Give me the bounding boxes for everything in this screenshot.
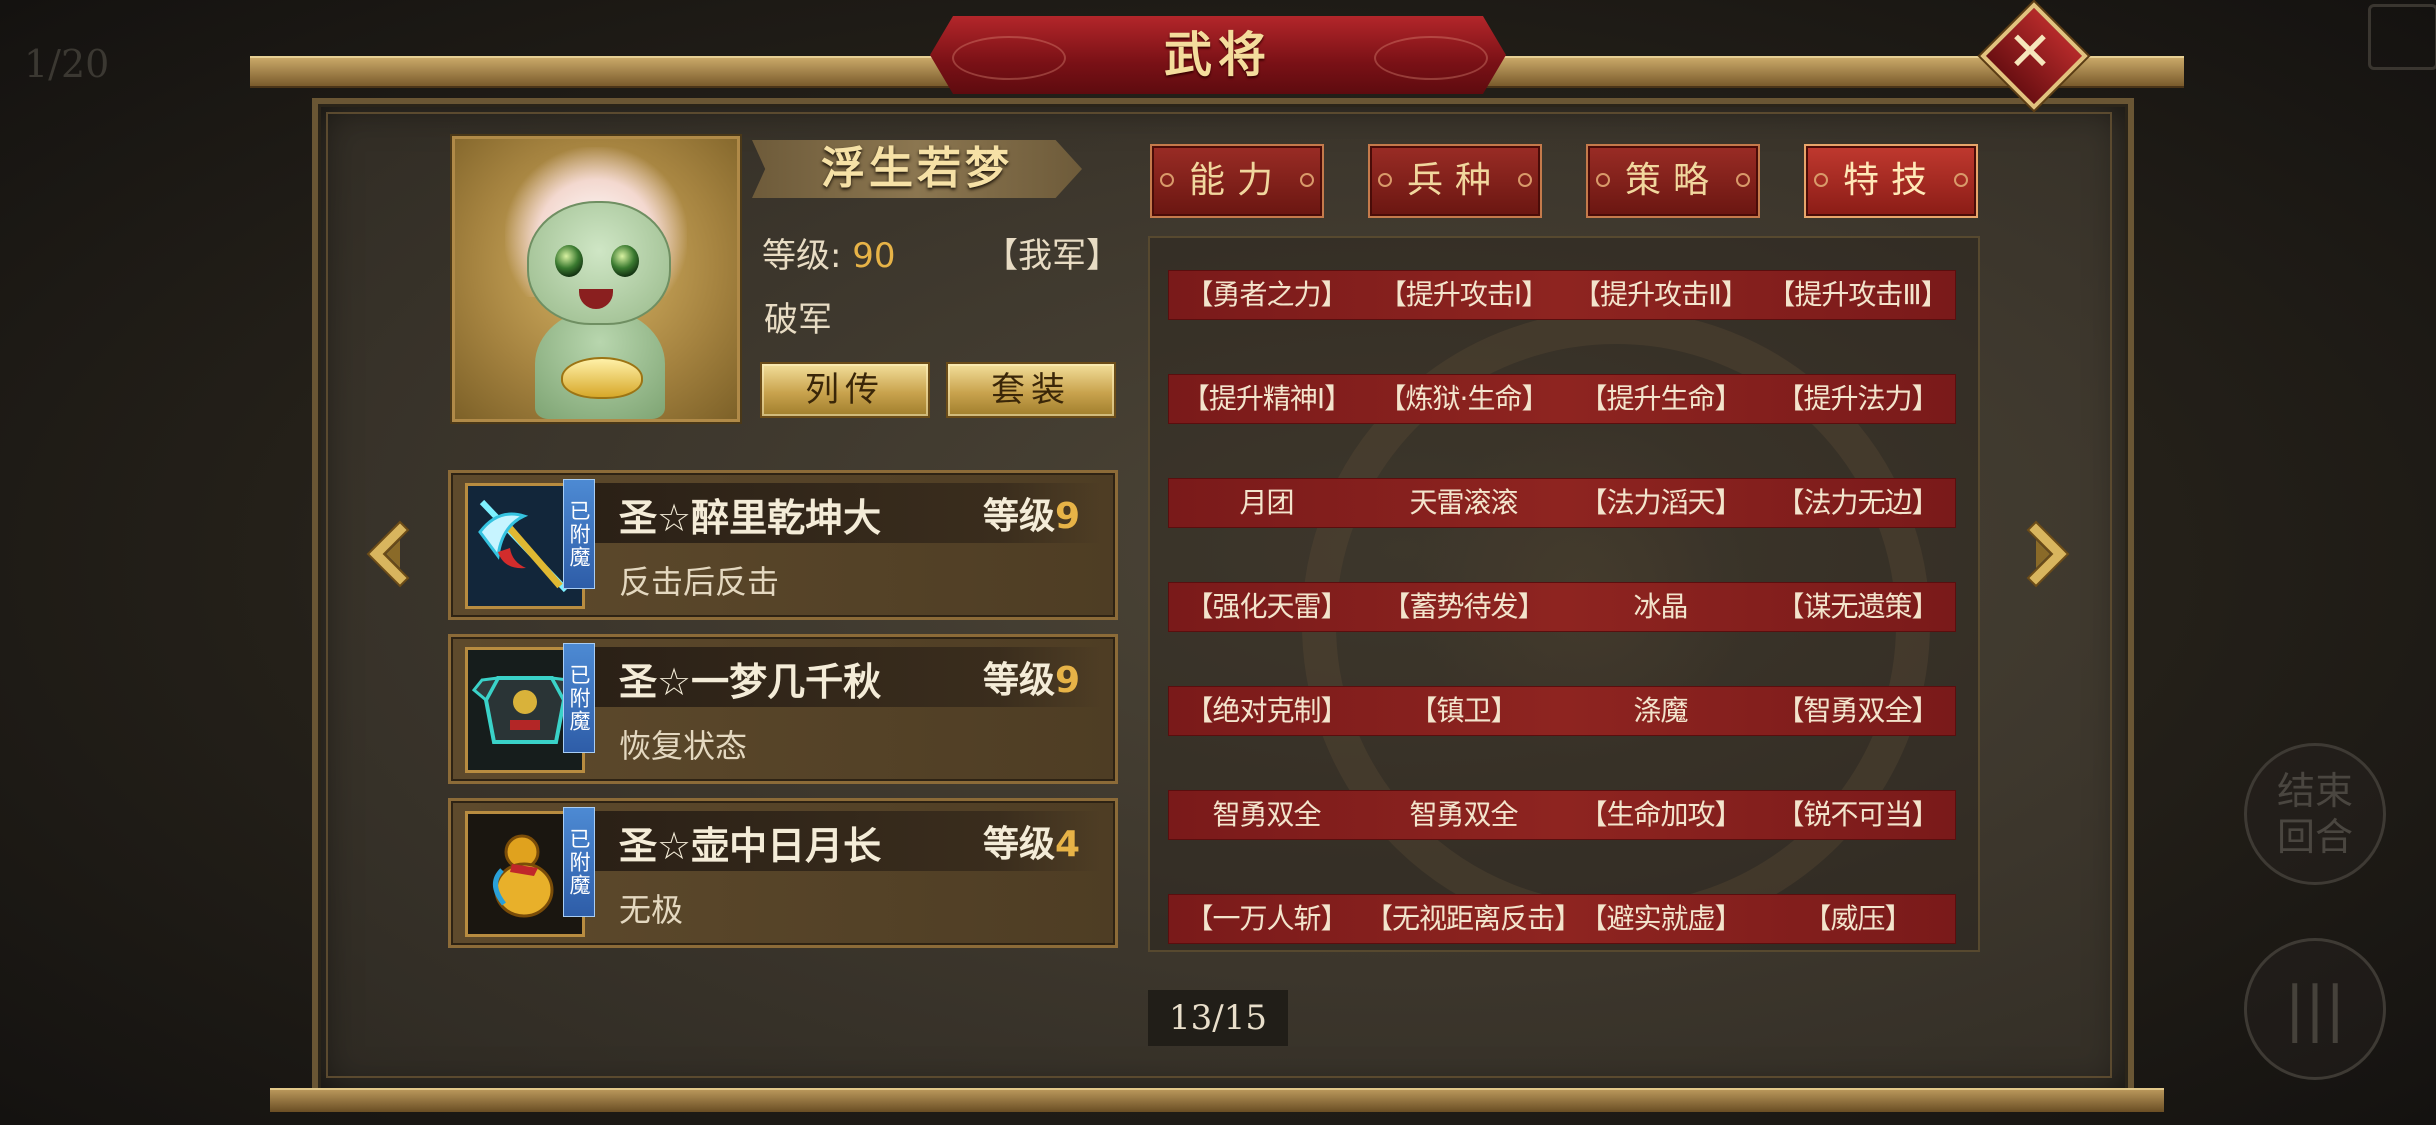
- general-portrait: [452, 136, 740, 422]
- equipment-level: 等级9: [983, 651, 1080, 703]
- skill-item[interactable]: 【生命加攻】: [1562, 790, 1759, 840]
- skill-item[interactable]: 【提升法力】: [1759, 374, 1956, 424]
- turn-counter: 1/20: [24, 42, 110, 86]
- skill-item[interactable]: 【勇者之力】: [1168, 270, 1365, 320]
- enchanted-badge: 已附魔: [563, 643, 595, 753]
- skill-item[interactable]: 【提升攻击Ⅱ】: [1562, 270, 1759, 320]
- skill-item[interactable]: 【提升生命】: [1562, 374, 1759, 424]
- gold-ingot-icon: [561, 357, 643, 399]
- trait-label: 破军: [764, 300, 832, 340]
- skill-item[interactable]: 【提升攻击Ⅲ】: [1759, 270, 1956, 320]
- skill-item[interactable]: 智勇双全: [1365, 790, 1562, 840]
- end-turn-button[interactable]: 结束回合: [2244, 743, 2386, 885]
- skill-item[interactable]: 【谋无遗策】: [1759, 582, 1956, 632]
- chevron-left-icon: [366, 520, 410, 588]
- skill-item[interactable]: 【锐不可当】: [1759, 790, 1956, 840]
- skill-item[interactable]: 【提升攻击Ⅰ】: [1365, 270, 1562, 320]
- skill-item[interactable]: 【避实就虚】: [1562, 894, 1759, 944]
- close-icon: ✕: [2007, 20, 2053, 83]
- level-label: 等级:: [762, 236, 842, 276]
- tab-label: 兵种: [1406, 160, 1503, 201]
- equipment-name: 圣☆壶中日月长: [619, 824, 882, 868]
- previous-general-button[interactable]: [360, 518, 416, 590]
- end-turn-label: 结束回合: [2276, 769, 2353, 859]
- skill-item[interactable]: 天雷滚滚: [1365, 478, 1562, 528]
- skill-row: 【绝对克制】 【镇卫】 涤魔 【智勇双全】: [1168, 686, 1956, 736]
- skill-item[interactable]: 【提升精神Ⅰ】: [1168, 374, 1365, 424]
- equipment-level-label: 等级: [983, 824, 1056, 865]
- biography-button[interactable]: 列传: [760, 362, 930, 418]
- equipment-effect: 无极: [619, 891, 684, 929]
- equipment-level-value: 9: [1055, 496, 1081, 537]
- general-name: 浮生若梦: [821, 143, 1013, 194]
- tab-troop-type[interactable]: 兵种: [1368, 144, 1542, 218]
- equipment-level: 等级9: [983, 487, 1080, 539]
- equipment-effect: 恢复状态: [619, 727, 748, 765]
- equipment-set-button[interactable]: 套装: [946, 362, 1116, 418]
- close-button[interactable]: ✕: [1980, 2, 2088, 110]
- equipment-card[interactable]: 已附魔 圣☆醉里乾坤大 等级9 反击后反击: [448, 470, 1118, 620]
- skill-item[interactable]: 【一万人斩】: [1168, 894, 1365, 944]
- menu-icon[interactable]: [2368, 4, 2436, 70]
- skill-item[interactable]: 【法力滔天】: [1562, 478, 1759, 528]
- skill-item[interactable]: 智勇双全: [1168, 790, 1365, 840]
- next-general-button[interactable]: [2020, 518, 2076, 590]
- skill-item[interactable]: 【法力无边】: [1759, 478, 1956, 528]
- equipment-level-label: 等级: [983, 660, 1056, 701]
- skill-row: 月团 天雷滚滚 【法力滔天】 【法力无边】: [1168, 478, 1956, 528]
- skill-item[interactable]: 【强化天雷】: [1168, 582, 1365, 632]
- equipment-card[interactable]: 已附魔 圣☆一梦几千秋 等级9 恢复状态: [448, 634, 1118, 784]
- skill-item[interactable]: 【绝对克制】: [1168, 686, 1365, 736]
- enchanted-badge: 已附魔: [563, 807, 595, 917]
- level-value: 90: [852, 236, 896, 276]
- faction-label: 【我军】: [984, 236, 1120, 276]
- tab-strategy[interactable]: 策略: [1586, 144, 1760, 218]
- equipment-card[interactable]: 已附魔 圣☆壶中日月长 等级4 无极: [448, 798, 1118, 948]
- skill-row: 【勇者之力】 【提升攻击Ⅰ】 【提升攻击Ⅱ】 【提升攻击Ⅲ】: [1168, 270, 1956, 320]
- tab-label: 能力: [1188, 160, 1285, 201]
- enchanted-badge: 已附魔: [563, 479, 595, 589]
- skill-item[interactable]: 【炼狱·生命】: [1365, 374, 1562, 424]
- page-indicator: 13/15: [1148, 990, 1288, 1046]
- skill-item[interactable]: 【智勇双全】: [1759, 686, 1956, 736]
- equipment-level-value: 9: [1055, 660, 1081, 701]
- skill-item[interactable]: 【无视距离反击】: [1365, 894, 1582, 944]
- equipment-name: 圣☆醉里乾坤大: [619, 496, 882, 540]
- skill-item[interactable]: 【镇卫】: [1365, 686, 1562, 736]
- skill-item[interactable]: 月团: [1168, 478, 1365, 528]
- skill-item[interactable]: 【蓄势待发】: [1365, 582, 1562, 632]
- title-plaque: 武将: [924, 10, 1512, 100]
- frame-bottom-border: [270, 1088, 2164, 1112]
- tab-special-skill[interactable]: 特技: [1804, 144, 1978, 218]
- skill-row: 【提升精神Ⅰ】 【炼狱·生命】 【提升生命】 【提升法力】: [1168, 374, 1956, 424]
- skill-item[interactable]: 【威压】: [1759, 894, 1956, 944]
- chevron-right-icon: [2026, 520, 2070, 588]
- equipment-level-value: 4: [1055, 824, 1081, 865]
- troops-icon[interactable]: |||: [2244, 938, 2386, 1080]
- skill-row: 【一万人斩】 【无视距离反击】 【避实就虚】 【威压】: [1168, 894, 1956, 944]
- skill-row: 智勇双全 智勇双全 【生命加攻】 【锐不可当】: [1168, 790, 1956, 840]
- tab-label: 策略: [1624, 160, 1721, 201]
- equipment-level-label: 等级: [983, 496, 1056, 537]
- equipment-name: 圣☆一梦几千秋: [619, 660, 882, 704]
- skill-row: 【强化天雷】 【蓄势待发】 冰晶 【谋无遗策】: [1168, 582, 1956, 632]
- level-row: 等级: 90: [762, 228, 896, 277]
- equipment-level: 等级4: [983, 815, 1080, 867]
- tab-label: 特技: [1842, 160, 1939, 201]
- skill-item[interactable]: 冰晶: [1562, 582, 1759, 632]
- tab-ability[interactable]: 能力: [1150, 144, 1324, 218]
- skill-item[interactable]: 涤魔: [1562, 686, 1759, 736]
- page-title: 武将: [1163, 27, 1272, 83]
- equipment-effect: 反击后反击: [619, 563, 780, 601]
